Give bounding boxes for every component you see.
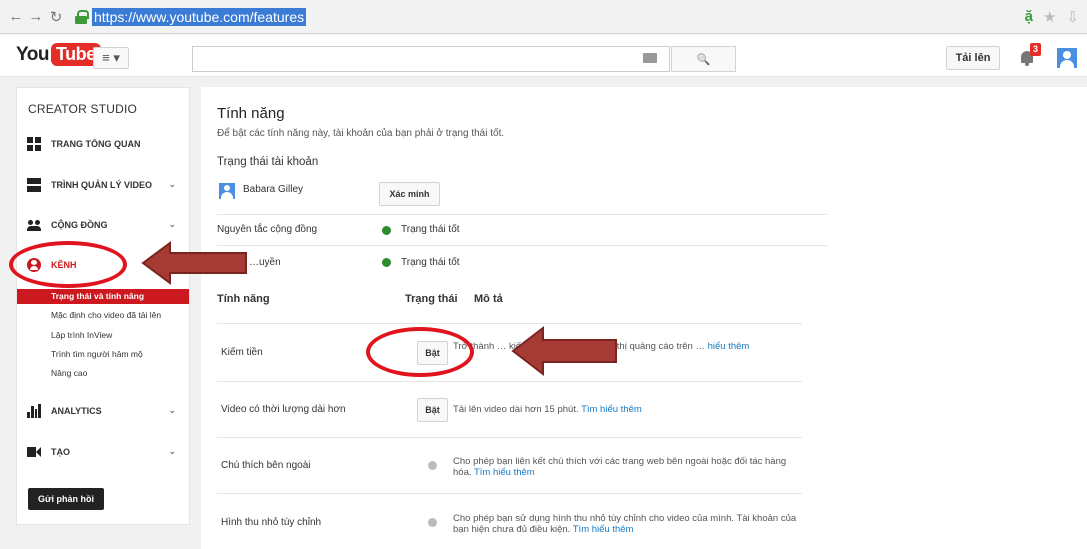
- lock-icon: [74, 9, 89, 24]
- sidebar-item-label: TRÌNH QUẢN LÝ VIDEO: [51, 180, 153, 190]
- sidebar-item-video-manager[interactable]: TRÌNH QUẢN LÝ VIDEO ⌄: [17, 173, 189, 197]
- send-feedback-button[interactable]: Gửi phản hồi: [28, 488, 104, 510]
- sidebar-item-dashboard[interactable]: TRANG TỔNG QUAN: [17, 132, 189, 156]
- column-header-description: Mô tả: [474, 293, 503, 305]
- sidebar-title: CREATOR STUDIO: [28, 102, 138, 116]
- youtube-logo[interactable]: You Tube: [16, 43, 101, 66]
- sidebar-item-label: TẠO: [51, 447, 70, 457]
- chevron-down-icon[interactable]: ⌄: [168, 219, 176, 230]
- search-button[interactable]: 🔍: [671, 46, 736, 72]
- sidebar-item-label: TRANG TỔNG QUAN: [51, 139, 141, 149]
- chevron-down-icon[interactable]: ⌄: [168, 446, 176, 457]
- keyboard-icon[interactable]: [643, 53, 657, 63]
- annotation-arrow-left: [511, 325, 617, 377]
- learn-more-link[interactable]: Tìm hiểu thêm: [581, 404, 642, 415]
- features-panel: Tính năng Để bật các tính năng này, tài …: [201, 87, 1087, 549]
- browser-actions: ặ ★ ⇩: [1025, 8, 1079, 26]
- page-title: Tính năng: [217, 105, 285, 122]
- video-manager-icon: [27, 178, 41, 192]
- highlight-ring-channel: [9, 241, 127, 288]
- account-status-heading: Trạng thái tài khoản: [217, 156, 319, 168]
- sidebar-subitem-status-features[interactable]: Trạng thái và tính năng: [17, 289, 189, 304]
- divider: [217, 493, 802, 494]
- bookmark-star-icon[interactable]: ★: [1043, 8, 1056, 26]
- browser-toolbar: ← → ↻ https://www.youtube.com/features ặ…: [0, 0, 1087, 34]
- sidebar-item-analytics[interactable]: ANALYTICS ⌄: [17, 399, 189, 423]
- chevron-down-icon[interactable]: ⌄: [168, 405, 176, 416]
- sidebar-subitem-upload-defaults[interactable]: Mặc định cho video đã tải lên: [17, 308, 189, 323]
- feature-description: Trở thành … kiếm tiền bằng cách hiển thị…: [453, 341, 798, 352]
- extension-icon[interactable]: ặ: [1025, 8, 1033, 26]
- divider: [217, 381, 802, 382]
- forward-icon[interactable]: →: [26, 8, 46, 25]
- search-icon: 🔍: [696, 54, 711, 66]
- verify-button[interactable]: Xác minh: [379, 182, 440, 206]
- feature-description: Cho phép bạn sử dụng hình thu nhỏ tùy ch…: [453, 513, 798, 535]
- feature-name-monetization: Kiếm tiền: [221, 347, 263, 358]
- feature-description-text: Tải lên video dài hơn 15 phút.: [453, 404, 579, 415]
- divider: [217, 245, 827, 246]
- divider: [217, 437, 802, 438]
- sidebar-item-community[interactable]: CỘNG ĐỒNG ⌄: [17, 213, 189, 237]
- dashboard-icon: [27, 137, 41, 151]
- account-avatar[interactable]: [1057, 48, 1077, 68]
- learn-more-link[interactable]: Tìm hiểu thêm: [573, 524, 634, 535]
- youtube-masthead: You Tube ≡ ▾ 🔍 Tải lên 3: [0, 35, 1087, 77]
- status-value: Trạng thái tốt: [401, 257, 460, 268]
- sidebar-subitem-inview[interactable]: Lập trình InView: [17, 328, 189, 343]
- highlight-ring-enable: [366, 327, 474, 377]
- upload-button[interactable]: Tải lên: [946, 46, 1000, 70]
- status-value: Trạng thái tốt: [401, 224, 460, 235]
- logo-you: You: [16, 43, 49, 65]
- chevron-down-icon[interactable]: ⌄: [168, 179, 176, 190]
- url-text[interactable]: https://www.youtube.com/features: [92, 7, 307, 26]
- learn-more-link[interactable]: Tìm hiểu thêm: [474, 467, 535, 478]
- learn-more-link[interactable]: hiểu thêm: [708, 341, 750, 352]
- sidebar-item-label: ANALYTICS: [51, 406, 102, 416]
- user-name: Babara Gilley: [243, 184, 304, 195]
- community-icon: [27, 218, 41, 232]
- download-icon[interactable]: ⇩: [1066, 8, 1079, 26]
- divider: [217, 323, 802, 324]
- column-header-status: Trạng thái: [405, 293, 458, 305]
- feature-description: Tải lên video dài hơn 15 phút. Tìm hiểu …: [453, 404, 798, 415]
- analytics-icon: [27, 404, 41, 418]
- status-disabled-dot: [428, 461, 437, 470]
- annotation-arrow-left: [141, 241, 247, 285]
- page-description: Để bật các tính năng này, tài khoản của …: [217, 128, 505, 139]
- copyright-label: …uyền: [249, 257, 281, 268]
- feature-name-external-annotations: Chú thích bên ngoài: [221, 460, 311, 471]
- feature-name-custom-thumbnails: Hình thu nhỏ tùy chỉnh: [221, 517, 322, 528]
- address-bar[interactable]: https://www.youtube.com/features: [74, 6, 307, 28]
- creator-studio-sidebar: CREATOR STUDIO TRANG TỔNG QUAN TRÌNH QUẢ…: [16, 87, 190, 525]
- guide-menu-button[interactable]: ≡ ▾: [93, 47, 129, 69]
- status-good-dot: [382, 258, 391, 267]
- status-good-dot: [382, 226, 391, 235]
- back-icon[interactable]: ←: [6, 8, 26, 25]
- user-avatar: [219, 183, 235, 199]
- sidebar-item-label: CỘNG ĐỒNG: [51, 220, 108, 230]
- sidebar-item-create[interactable]: TẠO ⌄: [17, 440, 189, 464]
- sidebar-subitem-fan-finder[interactable]: Trình tìm người hâm mộ: [17, 347, 189, 362]
- status-disabled-dot: [428, 518, 437, 527]
- video-camera-icon: [27, 445, 41, 459]
- sidebar-subitem-advanced[interactable]: Nâng cao: [17, 366, 189, 381]
- divider: [217, 214, 827, 215]
- reload-icon[interactable]: ↻: [46, 8, 66, 26]
- enable-longer-videos-button[interactable]: Bật: [417, 398, 448, 422]
- column-header-feature: Tính năng: [217, 293, 270, 305]
- feature-description: Cho phép bạn liên kết chú thích với các …: [453, 456, 798, 478]
- feature-name-longer-videos: Video có thời lượng dài hơn: [221, 404, 346, 415]
- search-input[interactable]: [192, 46, 670, 72]
- community-guidelines-label: Nguyên tắc cộng đồng: [217, 224, 318, 235]
- notification-badge: 3: [1030, 43, 1042, 56]
